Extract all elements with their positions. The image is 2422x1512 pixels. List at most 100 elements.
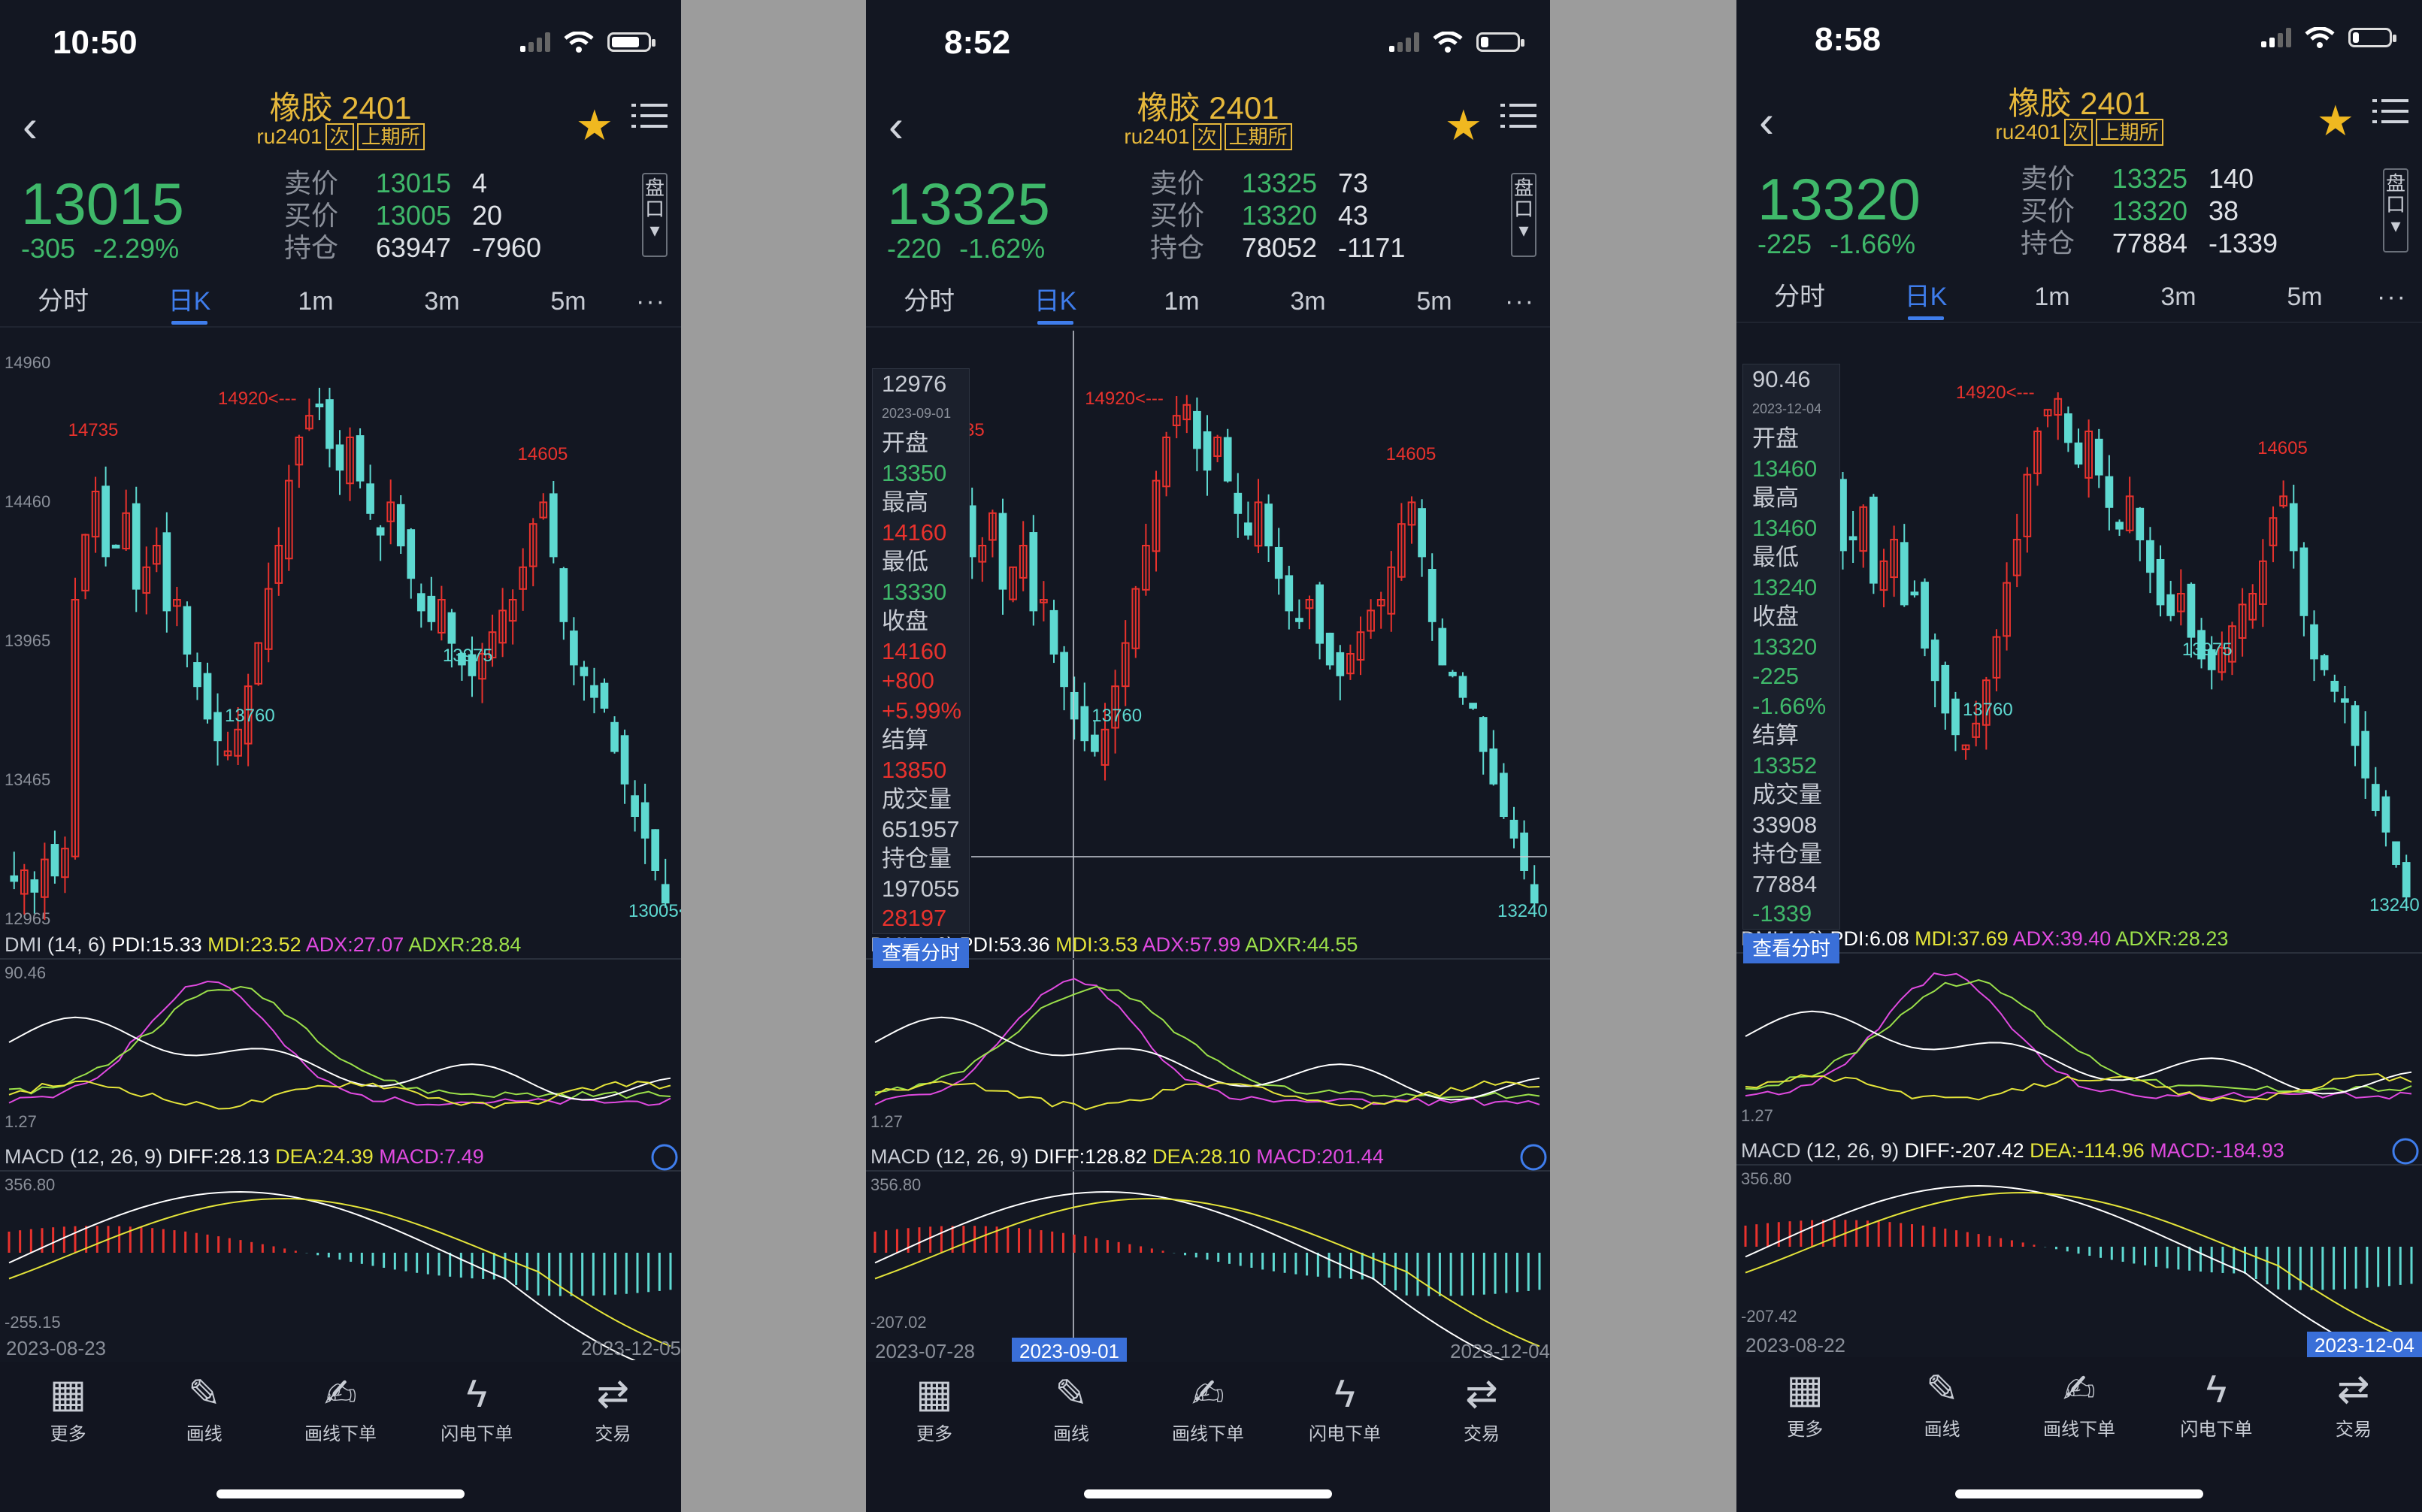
phone-panel-1: 10:50 ‹ 橡胶 2401 ru2401 次上期所 ★ 13015 -305 … bbox=[0, 0, 681, 1512]
date-axis: 2023-08-22 2023-12-04 bbox=[1736, 1332, 2422, 1359]
favorite-star-icon[interactable]: ★ bbox=[1445, 101, 1482, 150]
tag-exchange: 上期所 bbox=[1224, 123, 1292, 150]
candle-body bbox=[1458, 676, 1467, 698]
list-menu-icon[interactable] bbox=[2372, 99, 2408, 132]
draw-order-button[interactable]: ✍ 画线下单 bbox=[272, 1369, 408, 1445]
more-button[interactable]: ▦ 更多 bbox=[1736, 1365, 1873, 1441]
draw-line-button[interactable]: ✎ 画线 bbox=[136, 1369, 272, 1445]
last-price: 13320 bbox=[1757, 166, 1921, 232]
favorite-star-icon[interactable]: ★ bbox=[576, 101, 613, 150]
candle-body bbox=[2320, 655, 2329, 670]
candle-body bbox=[366, 483, 374, 514]
status-time: 8:58 bbox=[1815, 21, 1882, 58]
list-menu-icon[interactable] bbox=[1500, 104, 1536, 137]
date-end: 2023-12-04 bbox=[2307, 1332, 2422, 1359]
candle-body bbox=[1091, 734, 1099, 752]
candle-body bbox=[1438, 627, 1447, 666]
tab-timeshare[interactable]: 分时 bbox=[866, 277, 992, 326]
trade-button[interactable]: ⇄ 交易 bbox=[1413, 1369, 1550, 1445]
tab-daily-k[interactable]: 日K bbox=[126, 277, 253, 326]
draw-order-button[interactable]: ✍ 画线下单 bbox=[1140, 1369, 1276, 1445]
candle-body bbox=[1203, 431, 1212, 471]
macd-header: MACD (12, 26, 9) DIFF:-207.42 DEA:-114.9… bbox=[1741, 1139, 2284, 1162]
tab-daily-k[interactable]: 日K bbox=[1863, 272, 1989, 322]
tab-3m[interactable]: 3m bbox=[2115, 272, 2242, 322]
candle-body bbox=[1244, 522, 1252, 536]
tab-daily-k[interactable]: 日K bbox=[992, 277, 1119, 326]
flash-order-button[interactable]: ϟ 闪电下单 bbox=[409, 1369, 545, 1445]
date-start: 2023-08-22 bbox=[1745, 1334, 1845, 1356]
pankou-toggle[interactable]: 盘口 ▾ bbox=[1511, 173, 1536, 257]
candle-body bbox=[2341, 698, 2349, 703]
wifi-icon bbox=[564, 32, 594, 53]
bottom-toolbar: ▦ 更多 ✎ 画线 ✍ 画线下单 ϟ 闪电下单 ⇄ 交易 bbox=[1736, 1357, 2422, 1512]
tab-5m[interactable]: 5m bbox=[1371, 277, 1497, 326]
candle-body bbox=[1029, 532, 1038, 612]
more-tabs-icon[interactable]: ··· bbox=[2368, 272, 2422, 322]
more-tabs-icon[interactable]: ··· bbox=[1497, 277, 1550, 326]
wifi-icon bbox=[2305, 27, 2335, 48]
more-tabs-icon[interactable]: ··· bbox=[631, 277, 681, 326]
candle-body bbox=[335, 444, 344, 471]
candle-body bbox=[1951, 698, 1960, 736]
candle-body bbox=[162, 532, 171, 612]
tab-5m[interactable]: 5m bbox=[505, 277, 631, 326]
candle-body bbox=[2392, 841, 2400, 866]
period-tabs: 分时 日K 1m 3m 5m ··· bbox=[1736, 272, 2422, 323]
y-axis-label: 13965 bbox=[5, 631, 50, 650]
tab-3m[interactable]: 3m bbox=[379, 277, 505, 326]
draw-line-button[interactable]: ✎ 画线 bbox=[1003, 1369, 1140, 1445]
kline-chart[interactable]: 14960 14460 13965 13465 12965 14920<--- 14735 1… bbox=[0, 331, 681, 1360]
draw-line-button[interactable]: ✎ 画线 bbox=[1873, 1365, 2010, 1441]
quote-grid: 卖价 13015 4 买价 13005 20 持仓 63947 -7960 bbox=[284, 168, 542, 263]
annotation-trough: 13760 bbox=[225, 706, 275, 726]
tag-exchange: 上期所 bbox=[2095, 119, 2163, 146]
tab-5m[interactable]: 5m bbox=[2242, 272, 2368, 322]
list-menu-icon[interactable] bbox=[631, 104, 668, 137]
candle-info-box: 90.46 2023-12-04 开盘 13460 最高 13460 最低 13… bbox=[1742, 364, 1840, 963]
tab-timeshare[interactable]: 分时 bbox=[0, 277, 126, 326]
candle-body bbox=[600, 682, 609, 709]
candle-body bbox=[559, 568, 568, 622]
pankou-toggle[interactable]: 盘口 ▾ bbox=[2383, 168, 2408, 253]
more-button[interactable]: ▦ 更多 bbox=[0, 1369, 136, 1445]
annotation-trough: 13760 bbox=[1091, 706, 1142, 726]
view-timeshare-button[interactable]: 查看分时 bbox=[873, 937, 969, 968]
candle-body bbox=[101, 485, 110, 558]
phone-panel-3: 8:58 ‹ 橡胶 2401 ru2401 次上期所 ★ 13320 -225 -… bbox=[1736, 0, 2422, 1512]
candle-body bbox=[580, 667, 589, 676]
tab-1m[interactable]: 1m bbox=[253, 277, 379, 326]
instrument-code: ru2401 bbox=[256, 125, 322, 148]
macd-top-label: 356.80 bbox=[1741, 1169, 1791, 1188]
tab-1m[interactable]: 1m bbox=[1989, 272, 2115, 322]
price-change: -305 -2.29% bbox=[21, 233, 180, 264]
tab-1m[interactable]: 1m bbox=[1119, 277, 1245, 326]
candle-body bbox=[651, 829, 660, 872]
date-cursor: 2023-09-01 bbox=[1012, 1338, 1127, 1365]
draw-order-button[interactable]: ✍ 画线下单 bbox=[2011, 1365, 2148, 1441]
dmi-top-label: 90.46 bbox=[5, 963, 46, 982]
flash-order-button[interactable]: ϟ 闪电下单 bbox=[2148, 1365, 2284, 1441]
candle-body bbox=[2299, 547, 2308, 616]
annotation-last: 13240 bbox=[1497, 901, 1548, 921]
tab-3m[interactable]: 3m bbox=[1245, 277, 1371, 326]
lightning-icon: ϟ bbox=[466, 1372, 487, 1416]
view-timeshare-button[interactable]: 查看分时 bbox=[1743, 933, 1839, 963]
tab-timeshare[interactable]: 分时 bbox=[1736, 272, 1863, 322]
more-button[interactable]: ▦ 更多 bbox=[866, 1369, 1003, 1445]
trade-button[interactable]: ⇄ 交易 bbox=[2285, 1365, 2422, 1441]
tag-next: 次 bbox=[1192, 123, 1222, 150]
candle-body bbox=[416, 593, 425, 612]
trade-button[interactable]: ⇄ 交易 bbox=[545, 1369, 681, 1445]
favorite-star-icon[interactable]: ★ bbox=[2317, 96, 2354, 146]
quote-panel: 13325 -220 -1.62% 卖价 13325 73 买价 13320 43 持仓… bbox=[866, 167, 1550, 272]
candle-body bbox=[2330, 680, 2339, 692]
grid-icon: ▦ bbox=[916, 1372, 953, 1416]
candle-body bbox=[1060, 652, 1068, 688]
period-tabs: 分时 日K 1m 3m 5m ··· bbox=[866, 277, 1550, 328]
flash-order-button[interactable]: ϟ 闪电下单 bbox=[1276, 1369, 1413, 1445]
candle-body bbox=[570, 631, 578, 666]
candle-body bbox=[1449, 671, 1457, 676]
quote-grid: 卖价 13325 140 买价 13320 38 持仓 77884 -1339 bbox=[2021, 163, 2278, 259]
pankou-toggle[interactable]: 盘口 ▾ bbox=[642, 173, 668, 257]
